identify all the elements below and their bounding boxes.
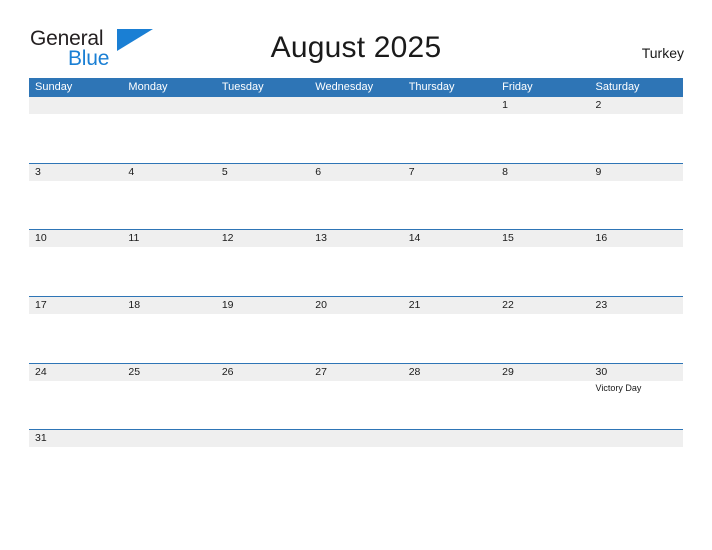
day-cell[interactable]: 11 xyxy=(122,230,215,247)
day-cell[interactable] xyxy=(216,97,309,114)
day-number: 26 xyxy=(221,365,234,378)
day-cell[interactable] xyxy=(309,97,402,114)
week-row: 3 4 5 6 7 8 9 xyxy=(29,162,683,230)
week-row: 10 11 12 13 14 15 16 xyxy=(29,229,683,296)
day-cell[interactable]: 17 xyxy=(29,297,122,314)
day-number: 17 xyxy=(35,299,47,312)
day-cell[interactable]: 24 xyxy=(29,364,122,381)
day-number: 31 xyxy=(35,432,47,445)
day-number: 5 xyxy=(221,165,228,178)
weekday-header-monday: Monday xyxy=(128,81,168,93)
day-number: 18 xyxy=(128,299,141,312)
day-cell[interactable]: 2 xyxy=(590,97,683,114)
day-number: 11 xyxy=(128,232,140,245)
day-cell[interactable] xyxy=(122,97,215,114)
weekday-header-tuesday: Tuesday xyxy=(221,81,264,93)
day-cell[interactable]: 29 xyxy=(496,364,589,381)
week-row: 31 xyxy=(29,429,683,496)
day-number: 6 xyxy=(315,165,322,178)
day-number: 12 xyxy=(221,232,234,245)
day-number: 7 xyxy=(408,165,415,178)
day-cell[interactable]: 30 Victory Day xyxy=(590,364,683,393)
day-cell[interactable]: 5 xyxy=(216,164,309,181)
day-number: 1 xyxy=(502,99,508,111)
day-cell[interactable]: 12 xyxy=(216,230,309,247)
day-cell[interactable]: 23 xyxy=(590,297,683,314)
day-number: 8 xyxy=(502,165,508,178)
day-number: 25 xyxy=(128,365,141,378)
day-number: 21 xyxy=(408,299,421,312)
week-date-band: 17 18 19 20 21 22 23 xyxy=(29,297,683,315)
week-row: 17 18 19 20 21 22 23 xyxy=(29,296,683,363)
day-number: 2 xyxy=(595,99,602,111)
day-number: 4 xyxy=(128,165,135,178)
day-number: 22 xyxy=(502,299,514,312)
day-cell[interactable]: 10 xyxy=(29,230,122,247)
day-cell[interactable]: 13 xyxy=(309,230,402,247)
day-cell[interactable]: 27 xyxy=(309,364,402,381)
day-cell[interactable]: 20 xyxy=(309,297,402,314)
day-cell[interactable] xyxy=(216,430,309,447)
week-date-band: 10 11 12 13 14 15 16 xyxy=(29,230,683,248)
day-number: 3 xyxy=(35,165,41,178)
day-cell[interactable] xyxy=(403,430,496,447)
page-title: August 2025 xyxy=(270,31,442,64)
day-cell[interactable]: 25 xyxy=(122,364,215,381)
week-date-band: 24 25 26 27 28 29 30 Victory Day xyxy=(29,363,683,393)
weekday-header-friday: Friday xyxy=(502,81,533,93)
day-number: 10 xyxy=(35,232,47,245)
day-number: 20 xyxy=(315,299,327,312)
week-date-band: 31 xyxy=(29,430,683,448)
week-row: 1 2 xyxy=(29,96,683,163)
day-cell[interactable] xyxy=(403,97,496,114)
day-cell[interactable]: 1 xyxy=(496,97,589,114)
day-number: 28 xyxy=(408,365,421,378)
day-cell[interactable]: 7 xyxy=(403,164,496,181)
day-number: 13 xyxy=(315,232,327,245)
week-date-band: 1 2 xyxy=(29,97,683,114)
day-cell[interactable] xyxy=(309,430,402,447)
day-cell[interactable] xyxy=(122,430,215,447)
week-row: 24 25 26 27 28 29 30 Victory Day xyxy=(29,362,683,430)
weekday-header-row: Sunday Monday Tuesday Wednesday Thursday… xyxy=(29,78,683,96)
day-cell[interactable]: 28 xyxy=(403,364,496,381)
day-cell[interactable]: 31 xyxy=(29,430,122,447)
weekday-header-sunday: Sunday xyxy=(35,81,73,93)
day-cell[interactable] xyxy=(29,97,122,114)
day-cell[interactable]: 21 xyxy=(403,297,496,314)
day-cell[interactable]: 22 xyxy=(496,297,589,314)
day-cell[interactable]: 6 xyxy=(309,164,402,181)
weekday-header-wednesday: Wednesday xyxy=(315,81,374,93)
day-cell[interactable]: 15 xyxy=(496,230,589,247)
day-cell[interactable]: 14 xyxy=(403,230,496,247)
day-cell[interactable]: 16 xyxy=(590,230,683,247)
day-number: 30 xyxy=(595,365,608,378)
day-cell[interactable] xyxy=(496,430,589,447)
day-number: 29 xyxy=(502,365,514,378)
page-header: General Blue August 2025 Turkey xyxy=(0,0,712,78)
calendar-grid: Sunday Monday Tuesday Wednesday Thursday… xyxy=(29,78,683,496)
day-cell[interactable]: 26 xyxy=(216,364,309,381)
day-cell[interactable] xyxy=(590,430,683,447)
day-number: 15 xyxy=(502,232,514,245)
day-cell[interactable]: 9 xyxy=(590,164,683,181)
country-label: Turkey xyxy=(641,45,684,61)
day-number: 23 xyxy=(595,299,608,312)
day-number: 14 xyxy=(408,232,421,245)
week-date-band: 3 4 5 6 7 8 9 xyxy=(29,163,683,181)
day-cell[interactable]: 8 xyxy=(496,164,589,181)
day-cell[interactable]: 3 xyxy=(29,164,122,181)
weekday-header-saturday: Saturday xyxy=(595,81,640,93)
day-number: 24 xyxy=(35,365,47,378)
day-number: 9 xyxy=(595,165,602,178)
day-number: 27 xyxy=(315,365,327,378)
day-number: 16 xyxy=(595,232,608,245)
day-event: Victory Day xyxy=(595,382,642,393)
day-cell[interactable]: 18 xyxy=(122,297,215,314)
day-number: 19 xyxy=(221,299,234,312)
weekday-header-thursday: Thursday xyxy=(408,81,455,93)
day-cell[interactable]: 4 xyxy=(122,164,215,181)
day-cell[interactable]: 19 xyxy=(216,297,309,314)
